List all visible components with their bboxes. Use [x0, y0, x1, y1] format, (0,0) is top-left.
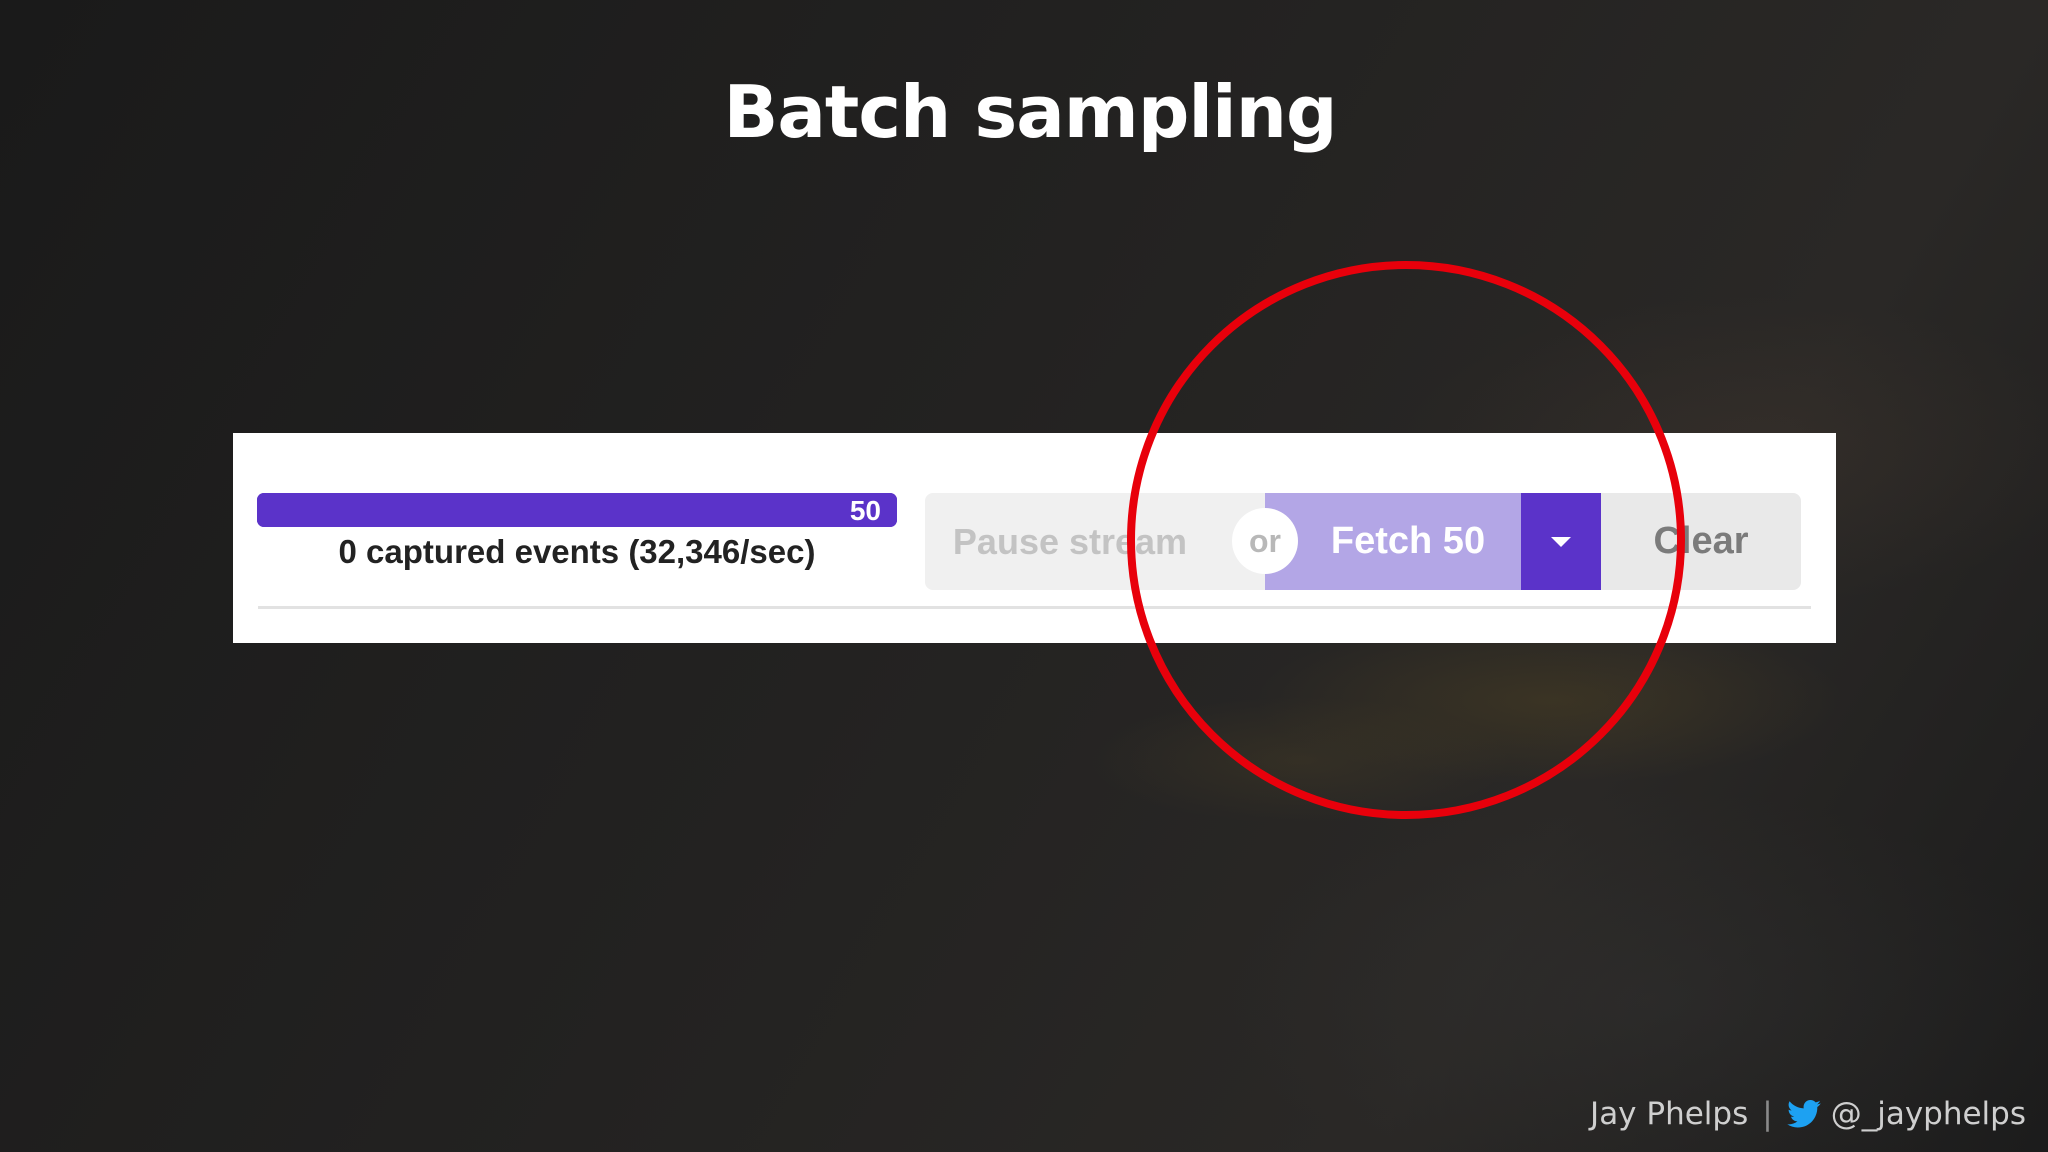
- buffer-progress-bar: 50: [257, 493, 897, 527]
- footer-separator: |: [1762, 1096, 1773, 1132]
- captured-events-status: 0 captured events (32,346/sec): [338, 533, 816, 570]
- chevron-down-icon: [1551, 536, 1571, 547]
- twitter-bird-icon: [1786, 1100, 1821, 1128]
- buffer-progress-fill: [257, 493, 897, 527]
- clear-button-label: Clear: [1653, 520, 1749, 562]
- fetch-button[interactable]: Fetch 50: [1265, 493, 1521, 590]
- twitter-handle: @_jayphelps: [1830, 1096, 2026, 1132]
- panel-divider: [258, 606, 1811, 609]
- slide-title: Batch sampling: [723, 70, 1337, 154]
- clear-button[interactable]: Clear: [1601, 493, 1801, 590]
- buffer-progress-label: 50: [849, 495, 881, 526]
- slide-footer: Jay Phelps | @_jayphelps: [1590, 1096, 2026, 1132]
- fetch-options-dropdown-button[interactable]: [1521, 493, 1601, 590]
- stream-control-panel: 50 0 captured events (32,346/sec) Pause …: [233, 433, 1836, 643]
- pause-stream-button[interactable]: Pause stream: [925, 493, 1265, 590]
- fetch-button-label: Fetch 50: [1330, 520, 1486, 562]
- author-name: Jay Phelps: [1590, 1096, 1749, 1132]
- or-separator-badge: or: [1232, 508, 1298, 574]
- pause-stream-label: Pause stream: [952, 520, 1188, 562]
